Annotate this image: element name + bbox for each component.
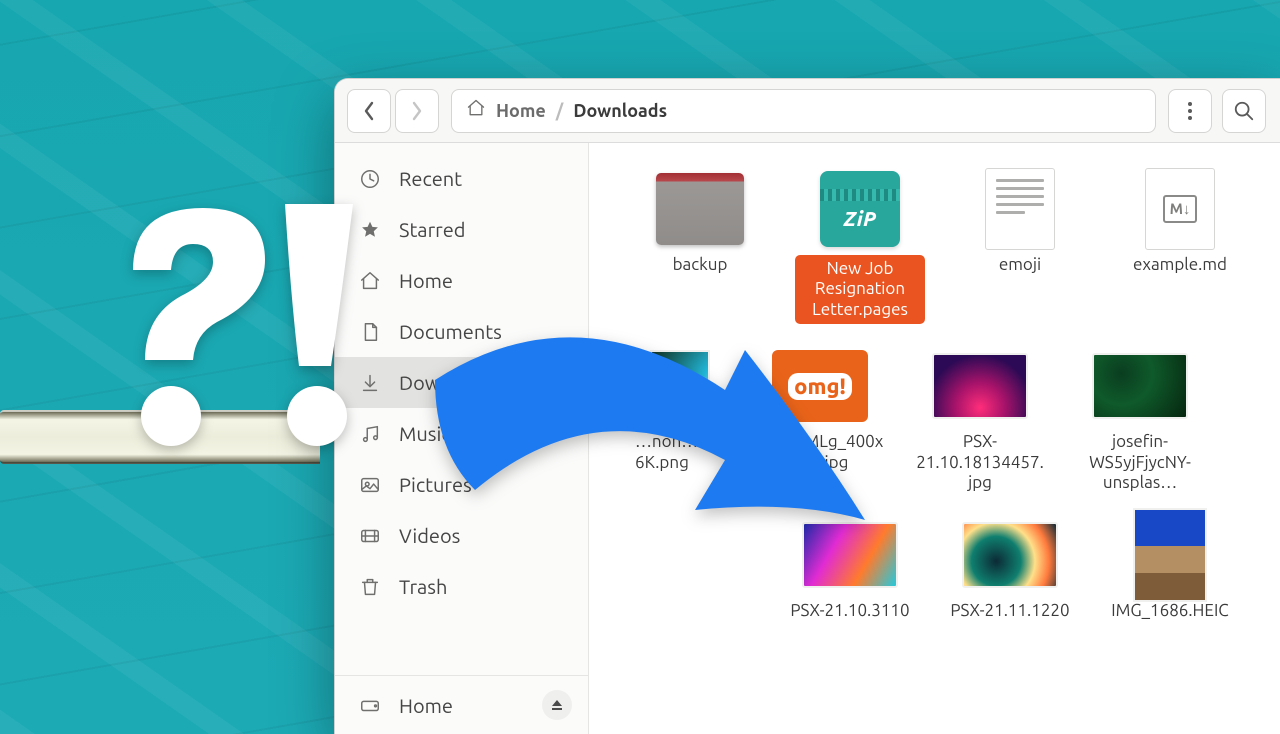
clock-icon — [359, 168, 385, 190]
eject-icon — [551, 699, 563, 711]
disk-icon — [359, 694, 385, 716]
file-item[interactable]: emoji — [955, 173, 1085, 324]
sidebar-item-label: Home — [399, 694, 453, 717]
file-name: IMG_1686.HEIC — [1111, 601, 1228, 621]
sidebar-item-label: Music — [399, 422, 451, 445]
file-item[interactable]: josefin-WS5yjFjycNY-unsplas… — [1075, 350, 1205, 493]
file-item[interactable]: PSX-21.10.3110 — [785, 519, 915, 621]
file-name: emoji — [999, 255, 1041, 275]
image-thumbnail — [802, 522, 898, 588]
file-item[interactable]: M↓ example.md — [1115, 173, 1245, 324]
folder-icon — [656, 173, 744, 245]
search-icon — [1233, 100, 1255, 122]
music-icon — [359, 423, 385, 445]
sidebar-item-recent[interactable]: Recent — [335, 153, 588, 204]
file-grid-area[interactable]: backup ZiP New Job Resignation Letter.pa… — [589, 143, 1280, 734]
sidebar-item-label: Home — [399, 269, 453, 292]
kebab-icon — [1188, 102, 1192, 120]
back-button[interactable] — [347, 89, 391, 133]
file-item-selected[interactable]: ZiP New Job Resignation Letter.pages — [795, 173, 925, 324]
sidebar-item-label: Downloads — [399, 371, 499, 394]
home-icon — [359, 270, 385, 292]
file-item[interactable]: omg! wqczFMLg_400x400.jpg — [755, 350, 885, 493]
sidebar-place-home-disk[interactable]: Home — [335, 676, 588, 734]
file-name: josefin-WS5yjFjycNY-unsplas… — [1075, 432, 1205, 493]
sidebar-item-downloads[interactable]: Downloads — [335, 357, 588, 408]
search-button[interactable] — [1222, 89, 1266, 133]
file-name: New Job Resignation Letter.pages — [795, 255, 925, 324]
download-icon — [359, 372, 385, 394]
sidebar-item-starred[interactable]: Starred — [335, 204, 588, 255]
file-item[interactable]: PSX-21.10.18134457.jpg — [915, 350, 1045, 493]
image-thumbnail — [962, 522, 1058, 588]
file-name: wqczFMLg_400x400.jpg — [755, 432, 885, 473]
sidebar-item-label: Trash — [399, 575, 447, 598]
sidebar-item-label: Starred — [399, 218, 465, 241]
toolbar: Home / Downloads — [335, 79, 1280, 143]
image-thumbnail — [932, 353, 1028, 419]
image-thumbnail — [1092, 353, 1188, 419]
image-thumbnail: omg! — [772, 350, 868, 422]
file-name: PSX-21.10.18134457.jpg — [915, 432, 1045, 493]
wallpaper-ruler-strip — [0, 410, 320, 464]
home-icon — [466, 98, 486, 122]
sidebar-item-videos[interactable]: Videos — [335, 510, 588, 561]
file-name: …non…6K.png — [635, 432, 725, 473]
sidebar: Recent Starred Home Documents Downloads … — [335, 143, 589, 734]
text-file-icon — [985, 168, 1055, 250]
sidebar-item-documents[interactable]: Documents — [335, 306, 588, 357]
forward-button[interactable] — [395, 89, 439, 133]
sidebar-item-trash[interactable]: Trash — [335, 561, 588, 612]
file-item[interactable]: PSX-21.11.1220 — [945, 519, 1075, 621]
zip-icon: ZiP — [820, 171, 900, 247]
image-thumbnail — [650, 350, 710, 422]
trash-icon — [359, 576, 385, 598]
document-icon — [359, 321, 385, 343]
breadcrumb-root[interactable]: Home — [496, 101, 546, 121]
file-name: example.md — [1133, 255, 1227, 275]
sidebar-item-label: Recent — [399, 167, 462, 190]
file-name: backup — [673, 255, 728, 275]
menu-button[interactable] — [1168, 89, 1212, 133]
eject-button[interactable] — [542, 690, 572, 720]
breadcrumb-separator: / — [556, 101, 564, 121]
sidebar-item-label: Documents — [399, 320, 502, 343]
sidebar-item-pictures[interactable]: Pictures — [335, 459, 588, 510]
star-icon — [359, 219, 385, 241]
file-item[interactable]: IMG_1686.HEIC — [1105, 519, 1235, 621]
breadcrumb-current[interactable]: Downloads — [573, 101, 667, 121]
file-manager-window: Home / Downloads Recent Starred — [334, 78, 1280, 734]
sidebar-item-label: Pictures — [399, 473, 472, 496]
pictures-icon — [359, 474, 385, 496]
file-item[interactable]: backup — [635, 173, 765, 324]
file-item[interactable]: …non…6K.png — [635, 350, 725, 493]
sidebar-item-home[interactable]: Home — [335, 255, 588, 306]
sidebar-item-music[interactable]: Music — [335, 408, 588, 459]
sidebar-item-label: Videos — [399, 524, 460, 547]
markdown-file-icon: M↓ — [1145, 168, 1215, 250]
image-thumbnail — [1133, 508, 1207, 602]
videos-icon — [359, 525, 385, 547]
breadcrumb[interactable]: Home / Downloads — [451, 89, 1156, 133]
file-name: PSX-21.11.1220 — [950, 601, 1069, 621]
file-name: PSX-21.10.3110 — [790, 601, 909, 621]
